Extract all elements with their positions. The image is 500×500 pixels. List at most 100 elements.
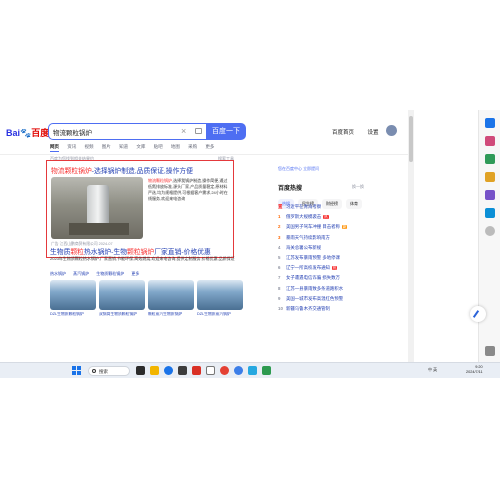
tab-tieba[interactable]: 贴吧: [154, 144, 163, 149]
refresh-button[interactable]: 换一换: [352, 184, 364, 190]
hot-search-item[interactable]: 5 江苏发布暴雨预警 多地停课: [278, 255, 398, 265]
paw-icon: 🐾: [20, 128, 32, 138]
result-2-links: 热水锅炉 蒸汽锅炉 生物质颗粒锅炉 更多: [50, 271, 145, 277]
file-explorer-icon[interactable]: [150, 366, 159, 375]
tab-video[interactable]: 视频: [85, 144, 94, 149]
taskbar-search-input[interactable]: 搜索: [88, 366, 130, 376]
hot-item-tag: 热: [323, 215, 329, 220]
result-2-link[interactable]: 生物质颗粒锅炉: [96, 271, 124, 276]
windows-start-icon[interactable]: [72, 366, 81, 375]
tab-more[interactable]: 更多: [205, 144, 214, 149]
tools-icon[interactable]: [485, 154, 495, 164]
browser-window: Bai🐾百度 物流颗粒锅炉 × 百度一下 百度首页 设置 网页 资讯 视频 图片…: [0, 110, 500, 362]
hot-search-item[interactable]: 9 美国一城市发布高温红色预警: [278, 296, 398, 306]
ask-question-link[interactable]: 您在百度中心 立即提问: [278, 166, 374, 178]
result-2-title[interactable]: 生物质颗粒热水锅炉-生物颗粒锅炉厂家直销-价格优惠: [50, 246, 211, 256]
boiler-base-image: [69, 223, 129, 235]
result-2-link[interactable]: 更多: [131, 271, 139, 276]
taskbar: 搜索 中 英 9:20 2024/7/11: [0, 362, 500, 378]
product-card-caption[interactable]: 双锅筒生物质颗粒锅炉: [99, 312, 145, 317]
product-card-image[interactable]: [99, 280, 145, 310]
baidu-logo[interactable]: Bai🐾百度: [6, 126, 50, 138]
hot-item-rank: 1: [278, 214, 281, 220]
product-card-caption[interactable]: DZL生物质蒸汽锅炉: [197, 312, 243, 317]
baidu-netdisk-icon[interactable]: [234, 366, 243, 375]
hot-item-rank: 8: [278, 285, 281, 291]
result-1-title[interactable]: 物流颗粒锅炉-选择锅炉制造,品质保证,操作方便: [51, 165, 193, 175]
hot-item-rank: 6: [278, 265, 281, 271]
add-icon[interactable]: [485, 226, 495, 236]
hot-item-rank: 7: [278, 275, 281, 281]
result-1-thumbnail[interactable]: [51, 177, 143, 239]
hot-search-item[interactable]: 置习近平在青海考察: [278, 204, 398, 214]
hot-search-item[interactable]: 7 女子遭遇电信诈骗 损失数万: [278, 275, 398, 285]
tab-purchase[interactable]: 采购: [188, 144, 197, 149]
product-card-image[interactable]: [197, 280, 243, 310]
app-icon[interactable]: [192, 366, 201, 375]
tab-map[interactable]: 地图: [171, 144, 180, 149]
store-icon[interactable]: [178, 366, 187, 375]
search-button[interactable]: 百度一下: [206, 123, 246, 140]
hot-item-text: 暴雨天气持续影响南方: [286, 234, 330, 240]
hot-item-text: 习近平在青海考察: [286, 204, 322, 209]
hot-search-item[interactable]: 6 辽宁一所高校发布通知热: [278, 265, 398, 275]
result-2-link[interactable]: 热水锅炉: [50, 271, 66, 276]
gear-icon[interactable]: [485, 346, 495, 356]
system-tray[interactable]: 中 英: [428, 367, 437, 373]
baidu-logo-du: 百度: [31, 128, 50, 138]
tab-images[interactable]: 图片: [102, 144, 111, 149]
clock-date: 2024/7/11: [466, 370, 483, 374]
scrollbar[interactable]: [408, 110, 414, 362]
hot-search-item[interactable]: 1 俄罗斯大规模袭击热: [278, 214, 398, 224]
tab-zhidao[interactable]: 知道: [119, 144, 128, 149]
hot-search-item[interactable]: 3 暴雨天气持续影响南方: [278, 235, 398, 245]
avatar[interactable]: [386, 125, 397, 136]
result-2-link[interactable]: 蒸汽锅炉: [73, 271, 89, 276]
shopping-icon[interactable]: [485, 172, 495, 182]
hot-item-tag: 新: [341, 225, 348, 230]
hot-item-rank: 10: [278, 305, 283, 311]
tab-web[interactable]: 网页: [50, 144, 59, 152]
hot-search-item[interactable]: 10 新疆乌鲁木齐交通管制: [278, 306, 398, 316]
task-view-icon[interactable]: [136, 366, 145, 375]
clock[interactable]: 9:20 2024/7/11: [466, 365, 483, 375]
result-1-description: 物流颗粒锅炉,选择我锅炉制造,操作简便,通过低氮排放标准,源头厂家,产品质量稳定…: [148, 178, 228, 201]
hot-item-rank: 置: [278, 204, 283, 209]
product-card-caption[interactable]: DZL生物质颗粒锅炉: [50, 312, 96, 317]
product-card-image[interactable]: [148, 280, 194, 310]
product-card-image[interactable]: [50, 280, 96, 310]
messenger-icon[interactable]: [248, 366, 257, 375]
hot-search-item[interactable]: 4 海关总署公布新规: [278, 245, 398, 255]
product-card-caption[interactable]: 颗粒蒸汽生物质锅炉: [148, 312, 194, 317]
search-query-text[interactable]: 物流颗粒锅炉: [53, 127, 92, 137]
search-input[interactable]: 物流颗粒锅炉 ×: [48, 123, 206, 140]
tab-news[interactable]: 资讯: [67, 144, 76, 149]
hot-item-text: 美国男子驾车冲撞 目击者称: [286, 224, 340, 230]
home-link[interactable]: 百度首页: [332, 130, 354, 136]
hot-search-item[interactable]: 8 江苏一县暴雨致多条道路积水: [278, 286, 398, 296]
hot-item-text: 海关总署公布新规: [286, 244, 322, 250]
chrome-icon[interactable]: [220, 366, 229, 375]
hot-item-rank: 2: [278, 224, 281, 230]
settings-link[interactable]: 设置: [368, 130, 379, 136]
hot-search-item[interactable]: 2 美国男子驾车冲撞 目击者称新: [278, 224, 398, 234]
terminal-icon[interactable]: [206, 366, 215, 375]
edge-browser-icon[interactable]: [164, 366, 173, 375]
games-icon[interactable]: [485, 190, 495, 200]
edit-icon[interactable]: [470, 306, 486, 322]
outlook-icon[interactable]: [485, 208, 495, 218]
camera-icon[interactable]: [195, 128, 202, 134]
clear-icon[interactable]: ×: [181, 126, 186, 136]
baidu-results-page: Bai🐾百度 物流颗粒锅炉 × 百度一下 百度首页 设置 网页 资讯 视频 图片…: [0, 110, 408, 362]
wechat-icon[interactable]: [262, 366, 271, 375]
scrollbar-thumb[interactable]: [409, 116, 413, 162]
result-2-snippet: 2023年生物质颗粒热水锅炉,厂家直销,节能环保,高效燃烧,欢迎来电咨询,提供定…: [50, 256, 235, 261]
copilot-icon[interactable]: [485, 136, 495, 146]
taskbar-search-label: 搜索: [99, 369, 108, 374]
hot-search-list: 置习近平在青海考察 1 俄罗斯大规模袭击热 2 美国男子驾车冲撞 目击者称新 3 暴雨天气持…: [278, 204, 398, 316]
hot-item-text: 俄罗斯大规模袭击: [286, 214, 322, 220]
tab-wenku[interactable]: 文库: [136, 144, 145, 149]
hot-item-text: 江苏一县暴雨致多条道路积水: [286, 285, 344, 291]
search-icon[interactable]: [485, 118, 495, 128]
search-tabs: 网页 资讯 视频 图片 知道 文库 贴吧 地图 采购 更多: [50, 144, 221, 154]
